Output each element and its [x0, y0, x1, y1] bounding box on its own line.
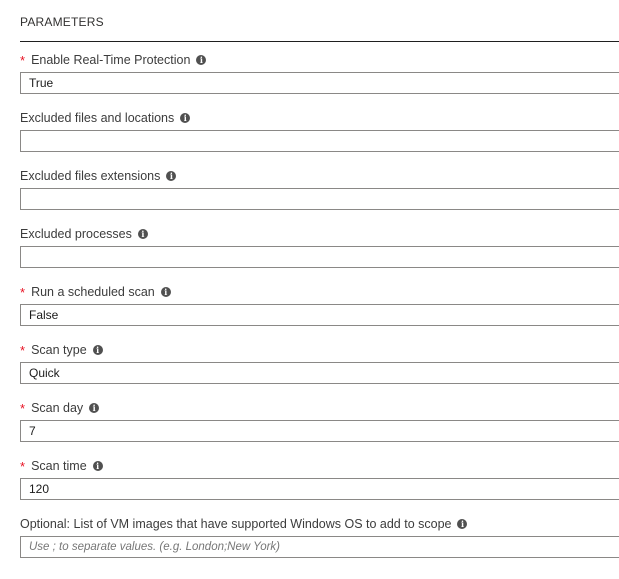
field-label-row: * Run a scheduled scan i [20, 283, 619, 301]
field-excluded-processes: Excluded processes i [20, 225, 619, 268]
info-icon[interactable]: i [196, 55, 207, 65]
field-label: Optional: List of VM images that have su… [20, 517, 452, 531]
field-label-row: * Scan day i [20, 399, 619, 417]
field-label-row: Excluded processes i [20, 225, 619, 243]
info-icon[interactable]: i [89, 403, 100, 413]
info-icon[interactable]: i [92, 345, 103, 355]
field-label: Scan day [31, 401, 84, 415]
field-vm-images: Optional: List of VM images that have su… [20, 515, 619, 558]
field-enable-real-time-protection: * Enable Real-Time Protection i True [20, 51, 619, 94]
field-excluded-files-and-locations: Excluded files and locations i [20, 109, 619, 152]
field-label-row: * Enable Real-Time Protection i [20, 51, 619, 69]
field-label: Scan time [31, 459, 87, 473]
field-label-row: Excluded files extensions i [20, 167, 619, 185]
required-marker: * [20, 342, 26, 358]
section-divider [20, 41, 619, 42]
required-marker: * [20, 52, 26, 68]
scan-type-input[interactable]: Quick [20, 362, 619, 384]
field-label: Excluded files and locations [20, 111, 175, 125]
info-icon[interactable]: i [160, 287, 171, 297]
required-marker: * [20, 458, 26, 474]
vm-images-input[interactable]: Use ; to separate values. (e.g. London;N… [20, 536, 619, 558]
field-scan-day: * Scan day i 7 [20, 399, 619, 442]
required-marker: * [20, 400, 26, 416]
field-label-row: * Scan type i [20, 341, 619, 359]
field-label: Run a scheduled scan [31, 285, 155, 299]
excluded-files-and-locations-input[interactable] [20, 130, 619, 152]
enable-real-time-protection-input[interactable]: True [20, 72, 619, 94]
info-icon[interactable]: i [137, 229, 148, 239]
section-title: PARAMETERS [20, 15, 104, 29]
field-label: Scan type [31, 343, 87, 357]
scan-time-input[interactable]: 120 [20, 478, 619, 500]
run-scheduled-scan-input[interactable]: False [20, 304, 619, 326]
field-scan-time: * Scan time i 120 [20, 457, 619, 500]
field-excluded-files-extensions: Excluded files extensions i [20, 167, 619, 210]
info-icon[interactable]: i [180, 113, 191, 123]
field-label: Excluded files extensions [20, 169, 161, 183]
field-label-row: Optional: List of VM images that have su… [20, 515, 619, 533]
info-icon[interactable]: i [166, 171, 177, 181]
required-marker: * [20, 284, 26, 300]
field-label-row: Excluded files and locations i [20, 109, 619, 127]
info-icon[interactable]: i [457, 519, 468, 529]
field-label: Excluded processes [20, 227, 132, 241]
field-scan-type: * Scan type i Quick [20, 341, 619, 384]
field-label-row: * Scan time i [20, 457, 619, 475]
excluded-processes-input[interactable] [20, 246, 619, 268]
field-label: Enable Real-Time Protection [31, 53, 191, 67]
field-run-scheduled-scan: * Run a scheduled scan i False [20, 283, 619, 326]
info-icon[interactable]: i [92, 461, 103, 471]
excluded-files-extensions-input[interactable] [20, 188, 619, 210]
scan-day-input[interactable]: 7 [20, 420, 619, 442]
